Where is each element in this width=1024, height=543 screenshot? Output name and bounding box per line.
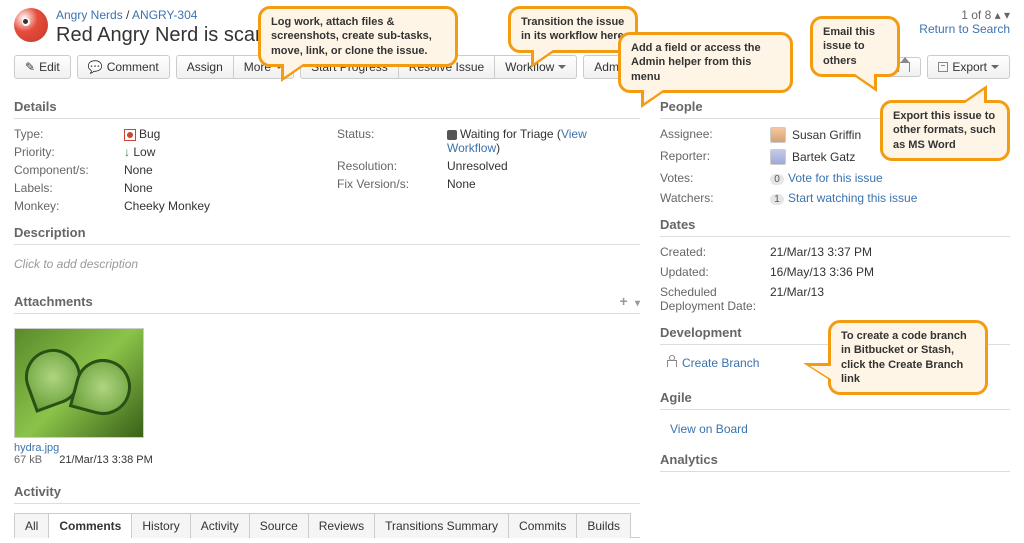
tab-comments[interactable]: Comments	[48, 513, 132, 538]
created-value: 21/Mar/13 3:37 PM	[770, 245, 1010, 259]
votes-value: 0 Vote for this issue	[770, 171, 1010, 185]
breadcrumb: Angry Nerds / ANGRY-304	[56, 8, 272, 22]
vote-link[interactable]: Vote for this issue	[788, 171, 883, 185]
attachments-menu-icon[interactable]: ▾	[635, 298, 640, 309]
type-label: Type:	[14, 127, 124, 141]
monkey-value: Cheeky Monkey	[124, 199, 317, 213]
assign-button[interactable]: Assign	[176, 55, 233, 79]
edit-button[interactable]: ✎ Edit	[14, 55, 71, 79]
tab-history[interactable]: History	[131, 513, 190, 538]
attachment-thumbnail[interactable]	[14, 328, 144, 438]
assignee-label: Assignee:	[660, 127, 770, 143]
watchers-label: Watchers:	[660, 191, 770, 205]
export-icon	[938, 62, 948, 72]
fixversion-label: Fix Version/s:	[337, 177, 447, 191]
details-heading: Details	[14, 95, 640, 119]
components-value: None	[124, 163, 317, 177]
activity-heading: Activity	[14, 480, 640, 504]
status-value: Waiting for Triage (View Workflow)	[447, 127, 640, 155]
attachment-filename[interactable]: hydra.jpg	[14, 442, 59, 454]
type-value: Bug	[124, 127, 317, 141]
labels-label: Labels:	[14, 181, 124, 195]
tab-transitions-summary[interactable]: Transitions Summary	[374, 513, 509, 538]
activity-tabs: All Comments History Activity Source Rev…	[14, 512, 640, 538]
callout-more: Log work, attach files & screenshots, cr…	[258, 6, 458, 67]
create-branch-link[interactable]: Create Branch	[682, 356, 759, 370]
chevron-down-icon	[558, 65, 566, 69]
updated-value: 16/May/13 3:36 PM	[770, 265, 1010, 279]
votes-label: Votes:	[660, 171, 770, 185]
export-menu[interactable]: Export	[927, 55, 1010, 79]
attachment-size: 67 kB	[14, 454, 42, 466]
created-label: Created:	[660, 245, 770, 259]
resolution-value: Unresolved	[447, 159, 640, 173]
components-label: Component/s:	[14, 163, 124, 177]
add-attachment-icon[interactable]: +	[620, 293, 628, 309]
branch-icon	[666, 355, 678, 367]
return-to-search-link[interactable]: Return to Search	[919, 22, 1010, 36]
breadcrumb-project[interactable]: Angry Nerds	[56, 8, 123, 22]
reporter-label: Reporter:	[660, 149, 770, 165]
description-heading: Description	[14, 221, 640, 245]
description-placeholder[interactable]: Click to add description	[14, 253, 640, 281]
tab-all[interactable]: All	[14, 513, 49, 538]
scheduled-label: Scheduled Deployment Date:	[660, 285, 770, 313]
callout-share: Email this issue to others	[810, 16, 900, 77]
callout-branch: To create a code branch in Bitbucket or …	[828, 320, 988, 395]
callout-export: Export this issue to other formats, such…	[880, 100, 1010, 161]
tab-reviews[interactable]: Reviews	[308, 513, 375, 538]
tab-activity[interactable]: Activity	[190, 513, 250, 538]
view-on-board-link[interactable]: View on Board	[670, 422, 748, 436]
dates-heading: Dates	[660, 213, 1010, 237]
resolution-label: Resolution:	[337, 159, 447, 173]
status-label: Status:	[337, 127, 447, 155]
tab-source[interactable]: Source	[249, 513, 309, 538]
tab-builds[interactable]: Builds	[576, 513, 631, 538]
breadcrumb-key[interactable]: ANGRY-304	[132, 8, 197, 22]
monkey-label: Monkey:	[14, 199, 124, 213]
tab-commits[interactable]: Commits	[508, 513, 577, 538]
watchers-value: 1 Start watching this issue	[770, 191, 1010, 205]
issue-pager[interactable]: 1 of 8 ▴ ▾	[919, 8, 1010, 22]
avatar-icon	[770, 127, 786, 143]
watchers-badge: 1	[770, 194, 784, 205]
updated-label: Updated:	[660, 265, 770, 279]
share-icon	[898, 62, 910, 72]
callout-admin: Add a field or access the Admin helper f…	[618, 32, 793, 93]
priority-value: ↓ Low	[124, 145, 317, 159]
status-icon	[447, 130, 457, 140]
fixversion-value: None	[447, 177, 640, 191]
attachments-heading: Attachments + ▾	[14, 289, 640, 314]
scheduled-value: 21/Mar/13	[770, 285, 1010, 313]
votes-badge: 0	[770, 174, 784, 185]
issue-title: Red Angry Nerd is scary	[56, 24, 272, 47]
priority-label: Priority:	[14, 145, 124, 159]
avatar-icon	[770, 149, 786, 165]
chevron-down-icon	[991, 65, 999, 69]
project-avatar	[14, 8, 48, 42]
analytics-heading: Analytics	[660, 448, 1010, 472]
bug-icon	[124, 129, 136, 141]
labels-value: None	[124, 181, 317, 195]
attachment-date: 21/Mar/13 3:38 PM	[59, 454, 153, 466]
comment-button[interactable]: 💬 Comment	[77, 55, 170, 79]
watch-link[interactable]: Start watching this issue	[788, 191, 917, 205]
